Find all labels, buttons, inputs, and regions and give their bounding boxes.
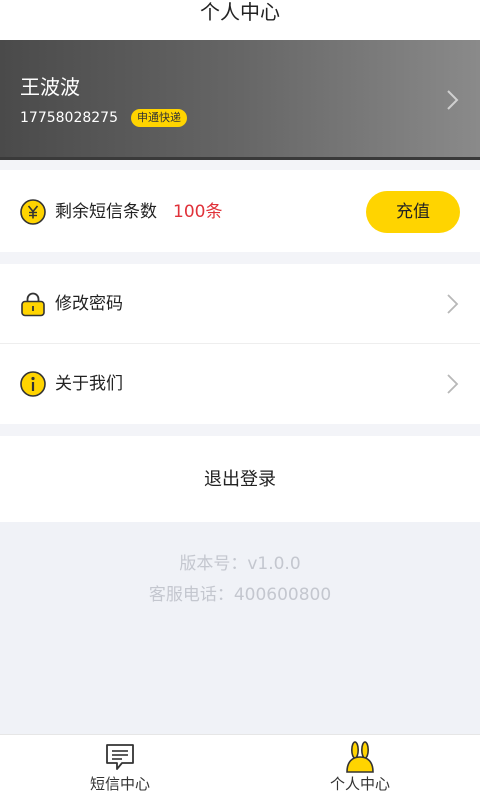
menu-item-change-password[interactable]: 修改密码: [0, 264, 480, 344]
profile-card[interactable]: 王波波 17758028275 申通快递: [0, 40, 480, 160]
courier-badge: 申通快递: [131, 109, 187, 127]
menu-item-about-us[interactable]: 关于我们: [0, 344, 480, 424]
page-title: 个人中心: [200, 0, 280, 24]
sms-balance-count: 100条: [173, 202, 223, 222]
rabbit-icon: [346, 741, 374, 773]
user-name: 王波波: [20, 75, 80, 99]
settings-menu: 修改密码 关于我们: [0, 264, 480, 424]
tab-label: 短信中心: [89, 775, 150, 793]
message-icon: [106, 744, 134, 770]
yen-coin-icon: [20, 199, 46, 225]
recharge-button[interactable]: 充值: [366, 191, 460, 233]
version-text: 版本号：v1.0.0: [179, 554, 301, 574]
user-phone: 17758028275: [20, 110, 118, 126]
tab-sms-center[interactable]: 短信中心: [0, 735, 240, 800]
logout-button[interactable]: 退出登录: [0, 436, 480, 522]
tab-bar: 短信中心 个人中心: [0, 734, 480, 800]
service-phone-text: 客服电话：400600800: [148, 585, 332, 605]
logout-label: 退出登录: [204, 469, 276, 490]
chevron-right-icon: [447, 374, 459, 394]
app-info: 版本号：v1.0.0 客服电话：400600800: [0, 522, 480, 734]
tab-personal-center[interactable]: 个人中心: [240, 735, 480, 800]
chevron-right-icon: [447, 294, 459, 314]
tab-label: 个人中心: [329, 775, 390, 793]
menu-label: 关于我们: [55, 374, 123, 394]
sms-balance-label: 剩余短信条数: [55, 202, 157, 222]
info-icon: [20, 371, 46, 397]
header: 个人中心: [0, 0, 480, 40]
lock-icon: [21, 292, 45, 317]
menu-label: 修改密码: [55, 294, 123, 314]
chevron-right-icon: [447, 90, 459, 110]
